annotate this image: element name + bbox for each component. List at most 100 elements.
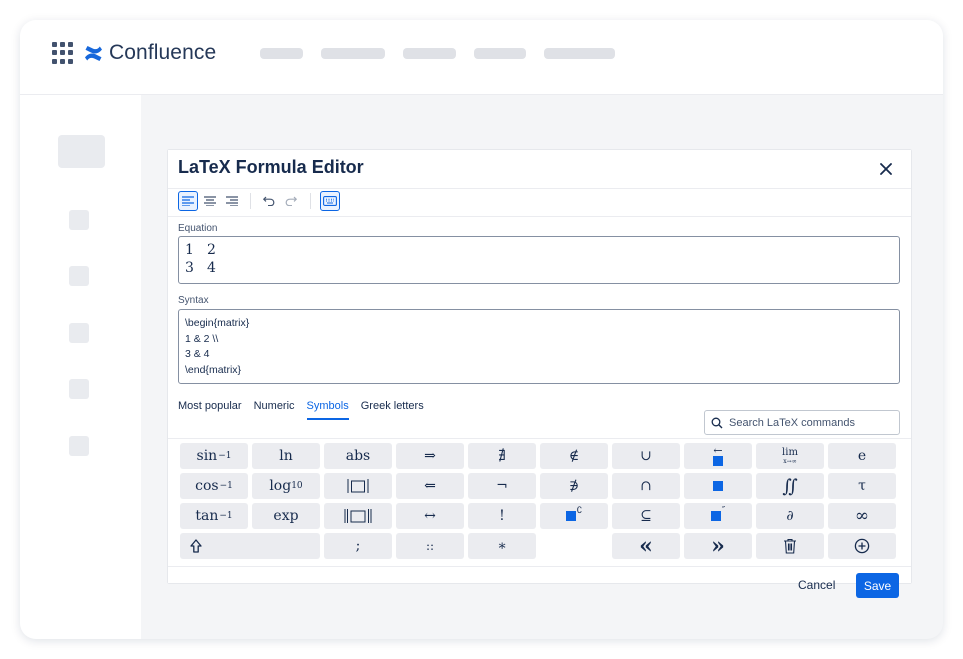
key-label: e — [857, 448, 867, 464]
save-button[interactable]: Save — [856, 573, 899, 598]
key-ast[interactable]: ∗ — [468, 533, 536, 559]
latex-editor-dialog: LaTeX Formula Editor Equation 12 3 4 Syn… — [168, 150, 911, 598]
key-label: ↔ — [424, 508, 436, 524]
key-coloncolon[interactable]: :: — [396, 533, 464, 559]
search-latex-input[interactable]: Search LaTeX commands — [704, 410, 900, 435]
key-label: cos — [195, 478, 219, 494]
absolute-value-icon — [347, 479, 369, 493]
tab-symbols[interactable]: Symbols — [306, 400, 349, 420]
key-exp[interactable]: exp — [252, 503, 320, 529]
key-ln[interactable]: ln — [252, 443, 320, 469]
key-implies[interactable]: ⇒ — [396, 443, 464, 469]
sidebar-item-placeholder — [69, 436, 89, 456]
key-iint[interactable]: ∬ — [756, 473, 824, 499]
symbol-keyboard: sin −1 ln abs ⇒ ∄ ∉ ∪ ← lim x→∞ e cos −1 lo… — [180, 443, 900, 560]
key-abs[interactable]: abs — [324, 443, 392, 469]
nav-placeholder — [321, 48, 385, 59]
key-label: exp — [273, 508, 299, 524]
matrix-row: 12 — [185, 241, 893, 259]
key-shift[interactable] — [180, 533, 320, 559]
app-switcher-icon[interactable] — [52, 42, 74, 64]
key-overleftarrow[interactable]: ← — [684, 443, 752, 469]
app-name: Confluence — [109, 41, 217, 64]
key-notni[interactable]: ∌ — [540, 473, 608, 499]
key-label: ln — [279, 448, 293, 464]
align-right-button[interactable] — [222, 191, 242, 211]
close-icon[interactable] — [875, 158, 897, 180]
key-cup[interactable]: ∪ — [612, 443, 680, 469]
key-arcsin[interactable]: sin −1 — [180, 443, 248, 469]
key-factorial[interactable]: ! — [468, 503, 536, 529]
cancel-button[interactable]: Cancel — [798, 578, 835, 592]
key-arccos[interactable]: cos −1 — [180, 473, 248, 499]
key-arctan[interactable]: tan −1 — [180, 503, 248, 529]
syntax-line: 3 & 4 — [185, 348, 210, 361]
key-log10[interactable]: log 10 — [252, 473, 320, 499]
key-label: sin — [196, 448, 218, 464]
key-label: » — [711, 533, 725, 559]
key-iff[interactable]: ↔ — [396, 503, 464, 529]
key-infty[interactable]: ∞ — [828, 503, 896, 529]
matrix-cell: 1 — [185, 242, 194, 258]
key-label: ⊆ — [640, 508, 652, 524]
nav-placeholder — [544, 48, 615, 59]
equation-preview[interactable]: 12 34 — [178, 236, 900, 284]
sidebar-placeholder — [58, 135, 105, 168]
app-window: Confluence LaTeX Formula Editor Equation… — [20, 20, 943, 639]
key-superscript: ″ — [721, 506, 726, 516]
align-left-icon — [182, 196, 194, 206]
key-absolute-value[interactable] — [324, 473, 392, 499]
redo-button[interactable] — [281, 191, 301, 211]
align-left-button[interactable] — [178, 191, 198, 211]
key-move-right[interactable]: » — [684, 533, 752, 559]
key-neg[interactable]: ¬ — [468, 473, 536, 499]
key-superscript: −1 — [219, 481, 233, 491]
divider — [168, 216, 911, 217]
tab-most-popular[interactable]: Most popular — [178, 400, 242, 418]
key-label: log — [269, 478, 292, 494]
tab-greek-letters[interactable]: Greek letters — [361, 400, 424, 418]
key-norm[interactable] — [324, 503, 392, 529]
key-partial[interactable]: ∂ — [756, 503, 824, 529]
undo-button[interactable] — [259, 191, 279, 211]
key-semicolon[interactable]: ; — [324, 533, 392, 559]
align-center-button[interactable] — [200, 191, 220, 211]
confluence-logo[interactable]: Confluence — [84, 40, 216, 66]
placeholder-square-icon — [713, 456, 723, 466]
key-cap[interactable]: ∩ — [612, 473, 680, 499]
key-complement[interactable]: ∁ — [540, 503, 608, 529]
key-limit[interactable]: lim x→∞ — [756, 443, 824, 469]
key-impliedby[interactable]: ⇐ — [396, 473, 464, 499]
trash-icon — [784, 538, 796, 554]
key-subseteq[interactable]: ⊆ — [612, 503, 680, 529]
matrix-row: 34 — [185, 259, 893, 277]
sidebar-item-placeholder — [69, 323, 89, 343]
key-notin[interactable]: ∉ — [540, 443, 608, 469]
undo-icon — [263, 196, 275, 206]
key-double-prime[interactable]: ″ — [684, 503, 752, 529]
divider — [168, 188, 911, 189]
search-icon — [711, 417, 723, 428]
nav-placeholder — [260, 48, 303, 59]
key-tau[interactable]: τ — [828, 473, 896, 499]
key-label: ∬ — [782, 475, 798, 497]
key-add[interactable] — [828, 533, 896, 559]
placeholder-square-icon — [713, 481, 723, 491]
key-placeholder[interactable] — [684, 473, 752, 499]
confluence-logo-icon — [85, 45, 102, 61]
key-delete[interactable] — [756, 533, 824, 559]
key-e[interactable]: e — [828, 443, 896, 469]
divider — [168, 566, 911, 567]
key-move-left[interactable]: « — [612, 533, 680, 559]
keyboard-toggle-button[interactable] — [320, 191, 340, 211]
search-placeholder: Search LaTeX commands — [729, 416, 855, 429]
syntax-label: Syntax — [178, 295, 209, 306]
top-navigation: Confluence — [20, 20, 943, 95]
key-nexists[interactable]: ∄ — [468, 443, 536, 469]
syntax-input[interactable]: \begin{matrix} 1 & 2 \\ 3 & 4 \end{matri… — [178, 309, 900, 384]
key-subscript: x→∞ — [783, 457, 797, 465]
key-label: ! — [499, 508, 505, 524]
align-center-icon — [204, 196, 216, 206]
tab-numeric[interactable]: Numeric — [254, 400, 295, 418]
matrix-cell: 2 — [207, 242, 216, 258]
